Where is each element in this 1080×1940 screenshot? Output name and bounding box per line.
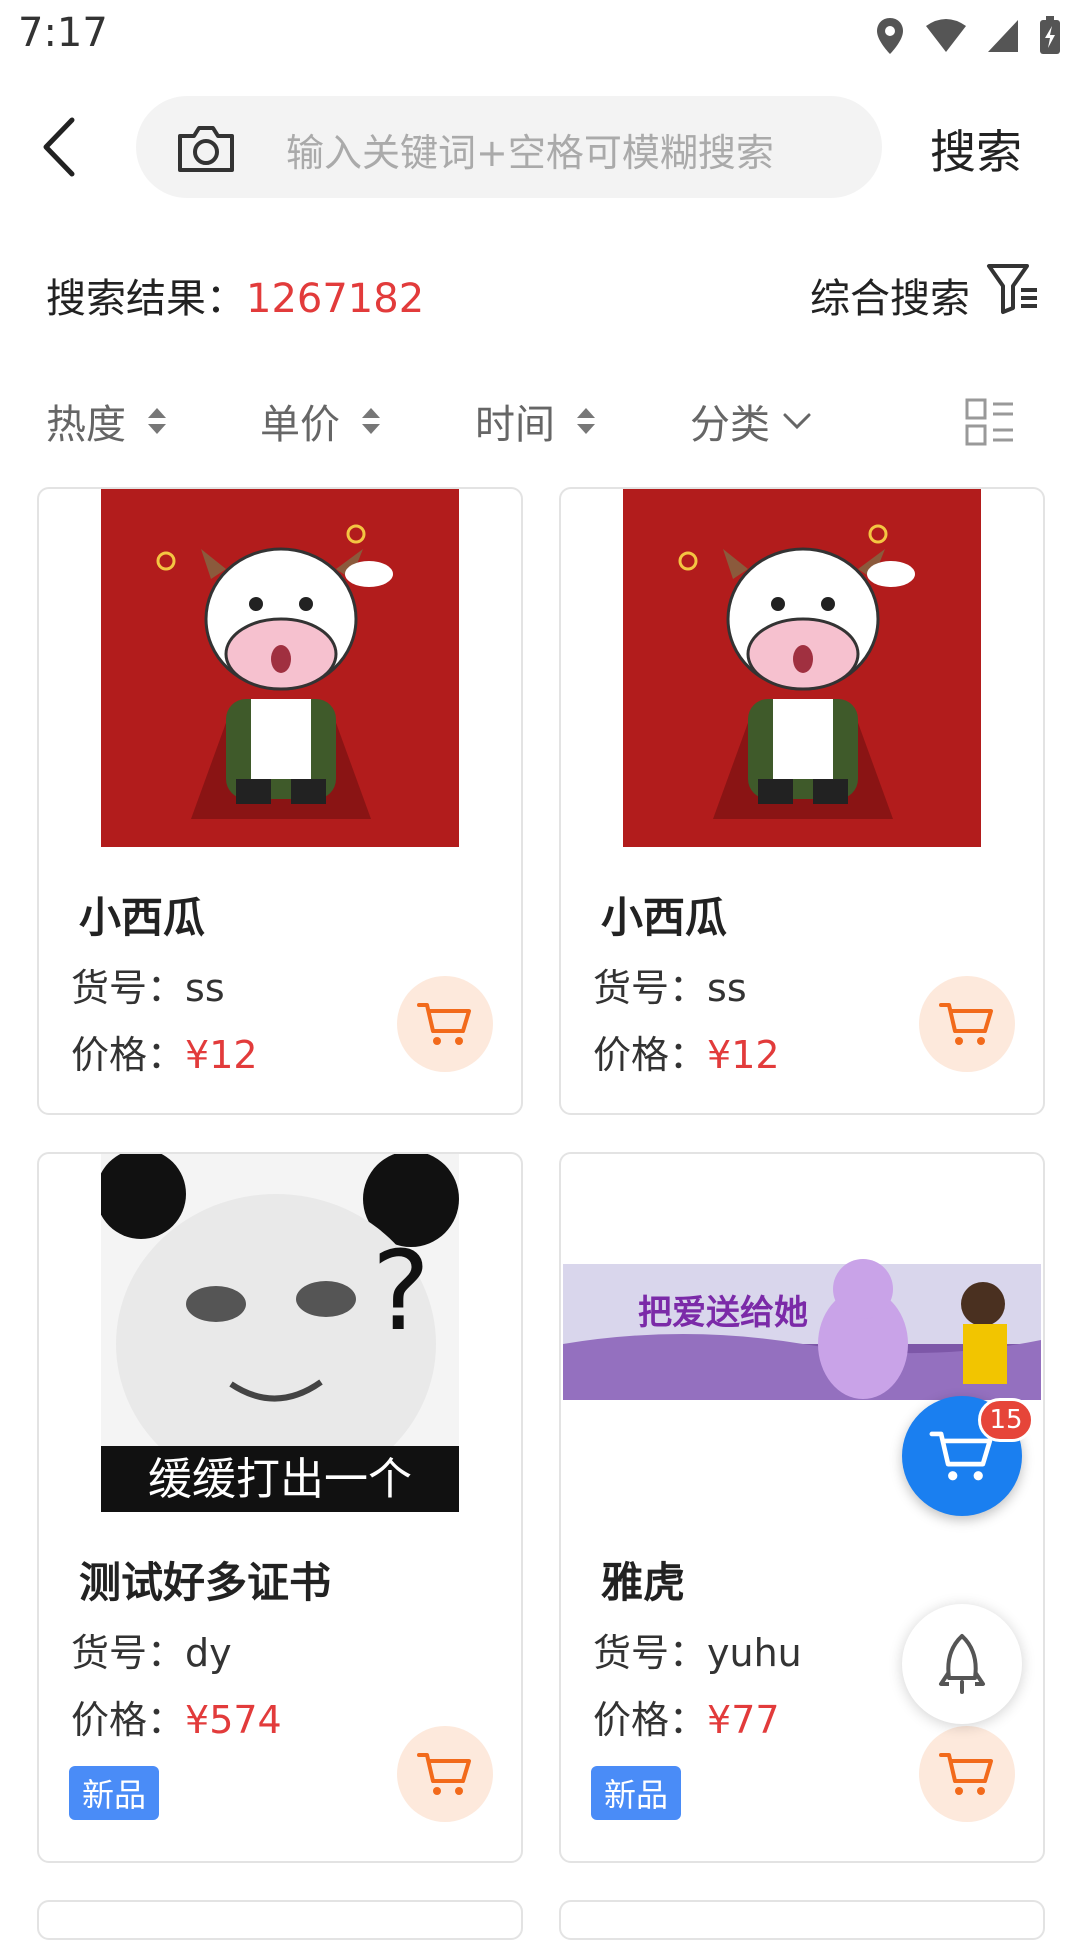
product-name: 雅虎 <box>601 1558 686 1607</box>
rocket-icon <box>939 1634 985 1694</box>
sort-arrows-icon <box>148 408 166 434</box>
signal-icon <box>988 20 1018 52</box>
sort-arrows-icon <box>577 408 595 434</box>
product-card-partial[interactable] <box>37 1900 523 1940</box>
back-to-top-button[interactable] <box>902 1604 1022 1724</box>
price-label: 价格： <box>71 1033 186 1077</box>
tab-label: 时间 <box>475 402 555 448</box>
status-time: 7:17 <box>18 10 108 56</box>
tab-label: 单价 <box>260 402 340 448</box>
price-label: 价格： <box>71 1698 186 1742</box>
battery-icon <box>1040 16 1060 54</box>
filter-tabs: 热度 单价 时间 分类 <box>0 392 1080 452</box>
new-badge: 新品 <box>69 1766 159 1820</box>
product-price: 价格：¥77 <box>593 1689 780 1744</box>
tab-popularity[interactable]: 热度 <box>46 392 166 450</box>
product-card-partial[interactable] <box>559 1900 1045 1940</box>
cart-icon <box>939 1753 993 1795</box>
product-card[interactable]: ? 缓缓打出一个 测试好多证书 货号：dy 价格：¥574 新品 <box>37 1152 523 1863</box>
product-price: 价格：¥574 <box>71 1689 282 1744</box>
price-label: 价格： <box>593 1033 708 1077</box>
back-button[interactable] <box>30 112 90 182</box>
add-to-cart-button[interactable] <box>397 1726 493 1822</box>
sku-value: ss <box>707 966 747 1010</box>
sort-arrows-icon <box>362 408 380 434</box>
results-label: 搜索结果： <box>46 276 246 322</box>
filter-icon[interactable] <box>985 260 1041 316</box>
price-value: ¥77 <box>707 1698 780 1742</box>
product-card[interactable]: 小西瓜 货号：ss 价格：¥12 <box>37 487 523 1115</box>
price-value: ¥12 <box>185 1033 258 1077</box>
sku-value: ss <box>185 966 225 1010</box>
cartoon-ox-image <box>623 489 981 847</box>
camera-icon[interactable] <box>174 120 238 176</box>
cart-icon <box>939 1003 993 1045</box>
sku-label: 货号： <box>593 1631 708 1675</box>
results-count: 1267182 <box>246 276 425 322</box>
add-to-cart-button[interactable] <box>397 976 493 1072</box>
status-bar: 7:17 <box>0 0 1080 72</box>
price-label: 价格： <box>593 1698 708 1742</box>
tab-label: 热度 <box>46 402 126 448</box>
add-to-cart-button[interactable] <box>919 1726 1015 1822</box>
status-icons <box>874 14 1062 58</box>
chevron-down-icon <box>783 413 811 430</box>
product-price: 价格：¥12 <box>71 1024 258 1079</box>
cartoon-ox-image <box>101 489 459 847</box>
banner-text: 把爱送给她 <box>638 1293 808 1333</box>
svg-text:?: ? <box>372 1227 430 1355</box>
price-value: ¥12 <box>707 1033 780 1077</box>
search-button[interactable]: 搜索 <box>930 116 1022 182</box>
location-icon <box>877 18 903 54</box>
product-sku: 货号：dy <box>71 1622 232 1677</box>
tab-category[interactable]: 分类 <box>690 392 812 450</box>
product-price: 价格：¥12 <box>593 1024 780 1079</box>
search-input[interactable]: 输入关键词+空格可模糊搜索 <box>286 122 774 177</box>
wifi-icon <box>926 19 966 52</box>
product-name: 小西瓜 <box>601 893 728 942</box>
sku-label: 货号： <box>593 966 708 1010</box>
product-name: 小西瓜 <box>79 893 206 942</box>
new-badge: 新品 <box>591 1766 681 1820</box>
tab-label: 分类 <box>690 402 770 448</box>
back-arrow-icon <box>43 117 75 177</box>
panda-meme-image: ? 缓缓打出一个 <box>101 1154 459 1512</box>
add-to-cart-button[interactable] <box>919 976 1015 1072</box>
sku-label: 货号： <box>71 1631 186 1675</box>
tab-time[interactable]: 时间 <box>475 392 595 450</box>
product-card[interactable]: 小西瓜 货号：ss 价格：¥12 <box>559 487 1045 1115</box>
product-sku: 货号：ss <box>593 957 747 1012</box>
cart-icon <box>417 1753 471 1795</box>
sku-value: dy <box>185 1631 232 1675</box>
sku-label: 货号： <box>71 966 186 1010</box>
price-value: ¥574 <box>185 1698 282 1742</box>
search-box[interactable]: 输入关键词+空格可模糊搜索 <box>136 96 882 198</box>
image-caption: 缓缓打出一个 <box>148 1454 412 1505</box>
cart-icon <box>417 1003 471 1045</box>
layout-toggle-icon[interactable] <box>965 398 1015 448</box>
product-name: 测试好多证书 <box>79 1558 332 1607</box>
sku-value: yuhu <box>707 1631 802 1675</box>
tab-unit-price[interactable]: 单价 <box>260 392 380 450</box>
comprehensive-search-button[interactable]: 综合搜索 <box>810 266 970 324</box>
product-sku: 货号：ss <box>71 957 225 1012</box>
search-results: 搜索结果：1267182 <box>46 266 424 324</box>
product-sku: 货号：yuhu <box>593 1622 802 1677</box>
cart-count-badge: 15 <box>978 1398 1034 1442</box>
